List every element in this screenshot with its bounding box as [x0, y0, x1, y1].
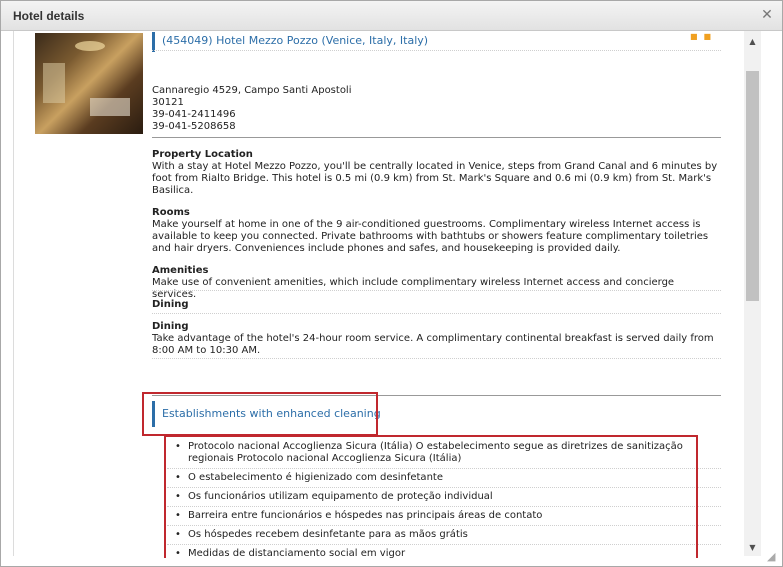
dialog-title: Hotel details — [13, 9, 85, 23]
section-dining-details: Dining Take advantage of the hotel's 24-… — [152, 321, 721, 357]
divider — [152, 358, 721, 359]
section-text: Make yourself at home in one of the 9 ai… — [152, 219, 709, 254]
hotel-name: (454049) Hotel Mezzo Pozzo (Venice, Ital… — [152, 32, 428, 52]
scrollbar-thumb[interactable] — [746, 71, 759, 301]
address-postcode: 30121 — [152, 97, 184, 108]
divider — [152, 137, 721, 138]
resize-grip-icon[interactable]: ◢ — [767, 551, 779, 563]
phone-number: 39-041-2411496 — [152, 109, 236, 120]
section-heading: Dining — [152, 321, 189, 332]
close-icon[interactable]: ✕ — [760, 7, 774, 23]
highlight-box — [164, 435, 698, 558]
section-heading: Rooms — [152, 207, 190, 218]
divider — [152, 290, 721, 291]
arrow-up-icon[interactable]: ▲ — [744, 33, 761, 50]
section-heading: Dining — [152, 299, 189, 310]
highlight-box — [142, 392, 378, 436]
address-street: Cannaregio 4529, Campo Santi Apostoli — [152, 85, 352, 96]
section-dining: Dining — [152, 299, 721, 311]
section-text: With a stay at Hotel Mezzo Pozzo, you'll… — [152, 161, 718, 196]
section-heading: Amenities — [152, 265, 209, 276]
section-rooms: Rooms Make yourself at home in one of th… — [152, 207, 721, 255]
dialog-titlebar[interactable]: Hotel details ✕ — [1, 1, 782, 31]
divider — [152, 313, 721, 314]
arrow-down-icon[interactable]: ▼ — [744, 539, 761, 556]
hotel-details-content: (454049) Hotel Mezzo Pozzo (Venice, Ital… — [1, 31, 744, 558]
divider — [152, 50, 721, 51]
star-rating-icon: ■■ — [690, 32, 718, 41]
hotel-photo[interactable] — [35, 33, 143, 134]
section-amenities: Amenities Make use of convenient ameniti… — [152, 265, 721, 301]
phone-number: 39-041-5208658 — [152, 121, 236, 132]
vertical-scrollbar[interactable]: ▲ ▼ — [744, 31, 761, 556]
hotel-details-dialog: Hotel details ✕ (454049) Hotel Mezzo Poz… — [0, 0, 783, 567]
section-text: Make use of convenient amenities, which … — [152, 277, 675, 300]
section-property-location: Property Location With a stay at Hotel M… — [152, 149, 721, 197]
section-heading: Property Location — [152, 149, 253, 160]
section-text: Take advantage of the hotel's 24-hour ro… — [152, 333, 714, 356]
hotel-address: Cannaregio 4529, Campo Santi Apostoli 30… — [152, 85, 352, 133]
